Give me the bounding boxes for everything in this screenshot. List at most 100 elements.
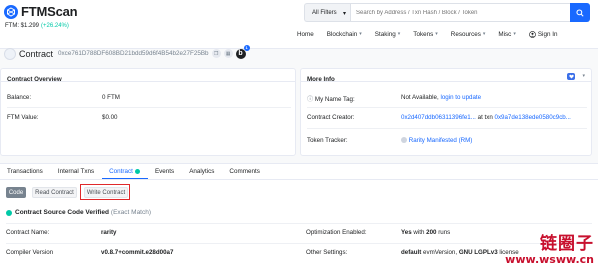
nav-blockchain[interactable]: Blockchain ▾ [327, 31, 362, 38]
contract-name-label: Contract Name: [6, 229, 50, 236]
search-icon [576, 8, 584, 17]
tab-bar: Transactions Internal Txns Contract Even… [0, 164, 598, 180]
ftm-value: $0.00 [102, 114, 118, 121]
contract-address: 0xce761D788DF608BD21bdd59d6f4B54b2e27F25… [58, 50, 209, 57]
sign-in-link[interactable]: Sign In [529, 30, 558, 38]
filter-select[interactable]: All Filters ▾ [304, 3, 350, 22]
optimization-value: Yes with 200 runs [401, 229, 450, 236]
sign-in-label: Sign In [537, 30, 558, 38]
search-bar: All Filters ▾ [304, 3, 590, 22]
divider [7, 107, 291, 108]
user-icon [529, 30, 536, 38]
optimization-runs: 200 [426, 229, 437, 236]
watermark: 链圈子 www.wsww.cn [505, 235, 594, 266]
divider [307, 107, 587, 108]
filter-label: All Filters [312, 9, 337, 16]
tab-contract[interactable]: Contract [102, 164, 148, 179]
nav-staking[interactable]: Staking ▾ [375, 31, 401, 38]
page-title: Contract [19, 48, 54, 59]
optimization-runs-label: runs [438, 229, 451, 236]
notification-count: 1 [243, 44, 250, 51]
copy-icon[interactable]: ❐ [211, 49, 221, 58]
contract-heading: Contract 0xce761D788DF608BD21bdd59d6f4B5… [4, 44, 250, 60]
chevron-down-icon: ▾ [359, 31, 362, 37]
tab-analytics[interactable]: Analytics [182, 164, 222, 179]
token-tracker-link[interactable]: Rarity Manifested (RM) [409, 137, 473, 144]
more-info-title: More Info ▾ [301, 69, 591, 83]
tab-contract-label: Contract [109, 168, 133, 175]
tab-comments-label: Comments [229, 168, 260, 175]
token-logo-icon [401, 137, 407, 144]
more-info-card: More Info ▾ ⓘ My Name Tag: Not Available… [300, 68, 592, 156]
chevron-down-icon[interactable]: ▾ [582, 73, 585, 79]
contract-avatar-icon [4, 47, 16, 60]
nav-tokens-label: Tokens [413, 30, 434, 38]
other-settings-label: Other Settings: [306, 249, 348, 256]
nav-tokens[interactable]: Tokens ▾ [413, 31, 437, 38]
code-button[interactable]: Code [6, 187, 26, 198]
qr-code-icon[interactable]: ▦ [223, 49, 233, 58]
price-label: FTM: $1.299 [5, 23, 40, 29]
brand-name: FTMScan [21, 4, 78, 19]
license: GNU LGPLv3 [458, 249, 498, 256]
tab-transactions-label: Transactions [7, 168, 43, 175]
brand[interactable]: FTMScan [4, 4, 78, 19]
exact-match-label: (Exact Match) [110, 209, 152, 216]
chevron-down-icon: ▾ [397, 31, 401, 37]
chevron-down-icon: ▾ [435, 31, 438, 37]
ftm-value-label: FTM Value: [7, 114, 39, 121]
search-input[interactable] [350, 3, 570, 22]
balance-value: 0 FTM [102, 94, 120, 101]
name-tag-label-text: My Name Tag: [314, 96, 355, 103]
divider [307, 128, 587, 129]
divider [6, 223, 592, 224]
other-settings-value: default evmVersion, GNU LGPLv3 license [401, 249, 519, 256]
verified-check-icon [134, 168, 140, 174]
nav-blockchain-label: Blockchain [326, 30, 358, 38]
contract-name-value: rarity [101, 229, 117, 236]
nav-misc[interactable]: Misc ▾ [498, 31, 515, 38]
tab-comments[interactable]: Comments [222, 164, 267, 179]
creator-value: 0x2d407ddb06311396fe1... at txn 0x9a7de1… [401, 114, 571, 121]
ftm-logo-icon [4, 4, 18, 19]
read-contract-button[interactable]: Read Contract [32, 187, 77, 198]
nav-misc-label: Misc [498, 30, 512, 38]
token-tracker-value: Rarity Manifested (RM) [401, 137, 472, 144]
evm-version: default [401, 249, 422, 256]
creator-at-txn: at txn [477, 114, 493, 121]
price-change: (+26.24%) [41, 23, 69, 29]
tab-transactions[interactable]: Transactions [0, 164, 51, 179]
tab-internal-txns[interactable]: Internal Txns [51, 164, 102, 179]
heart-icon[interactable] [567, 73, 575, 80]
blockscan-chat-icon[interactable]: b 1 [235, 44, 250, 59]
search-button[interactable] [570, 3, 590, 22]
divider [6, 243, 592, 244]
nav-resources-label: Resources [450, 30, 481, 38]
evm-version-label: evmVersion, [423, 249, 458, 256]
highlight-box [80, 184, 130, 200]
creator-label: Contract Creator: [307, 114, 355, 121]
more-info-title-text: More Info [307, 76, 335, 83]
check-circle-icon [6, 209, 12, 216]
creator-address-link[interactable]: 0x2d407ddb06311396fe1... [401, 114, 476, 121]
name-tag-label: ⓘ My Name Tag: [307, 94, 355, 103]
nav-resources[interactable]: Resources ▾ [451, 31, 486, 38]
watermark-line1: 链圈子 [540, 234, 594, 254]
tab-events[interactable]: Events [148, 164, 182, 179]
watermark-line2: www.wsww.cn [505, 253, 594, 266]
info-circle-icon: ⓘ [307, 96, 314, 103]
name-tag-status: Not Available, [401, 94, 439, 101]
chevron-down-icon: ▾ [342, 11, 346, 17]
tab-events-label: Events [154, 168, 175, 175]
balance-label: Balance: [7, 94, 32, 101]
login-to-update-link[interactable]: login to update [440, 94, 481, 101]
optimization-label: Optimization Enabled: [306, 229, 367, 236]
optimization-with: with [413, 229, 425, 236]
verified-heading: Contract Source Code Verified (Exact Mat… [6, 209, 151, 216]
chevron-down-icon: ▾ [482, 31, 486, 37]
nav-home-label: Home [297, 30, 314, 38]
creator-txn-link[interactable]: 0x9a7de138ede0580c9cb... [495, 114, 571, 121]
compiler-label: Compiler Version [6, 249, 54, 256]
nav-home[interactable]: Home [297, 31, 314, 38]
badge-letter: b [238, 50, 243, 57]
